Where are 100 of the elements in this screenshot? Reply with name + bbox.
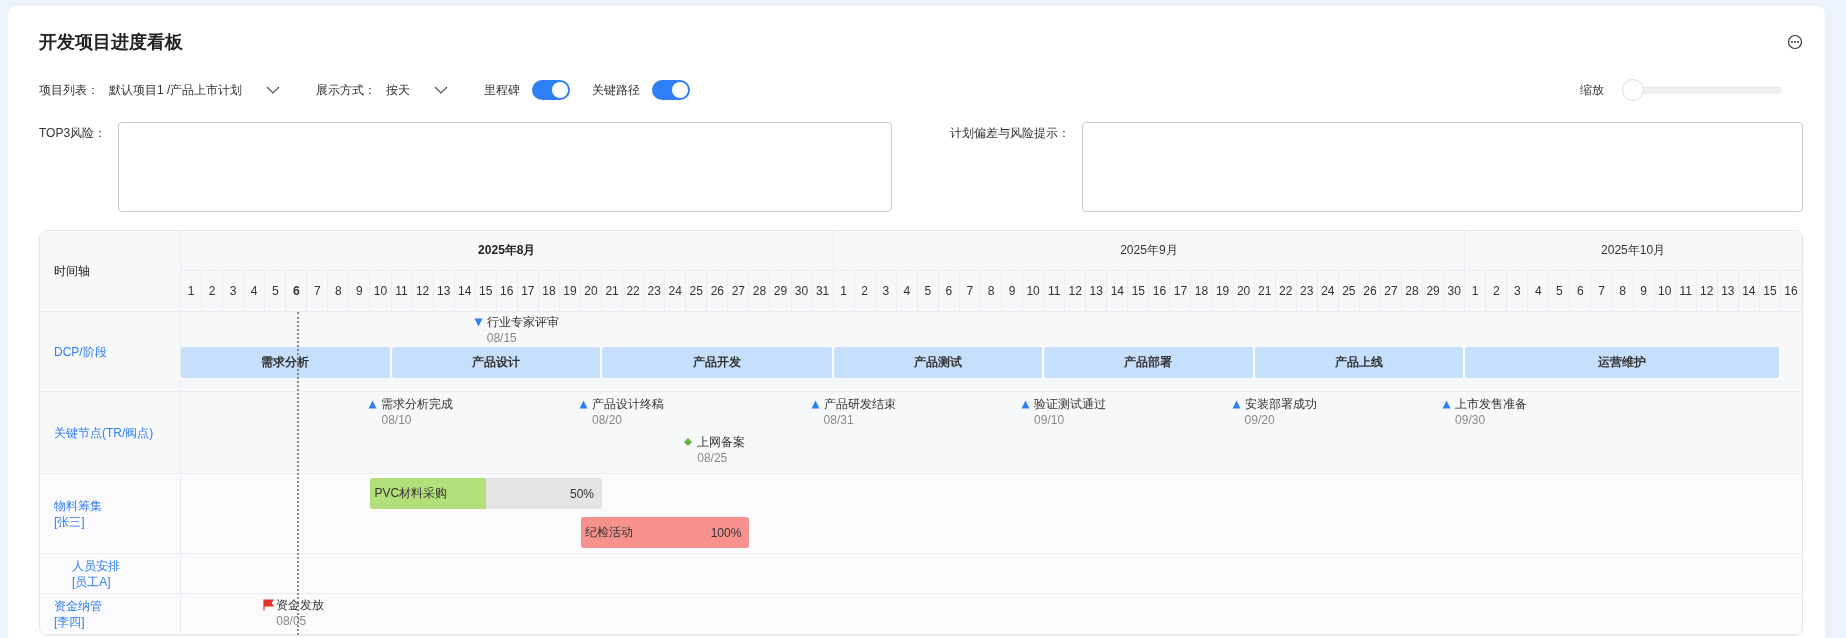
day-header: 15 [1759,271,1781,311]
row-label[interactable]: 人员安排 [72,557,180,574]
day-header: 7 [307,271,329,311]
filter-label: 项目列表： [39,81,99,99]
milestone-title: 产品研发结束 [823,396,896,412]
phase-bar[interactable]: 需求分析 [181,347,392,378]
filter-label: 展示方式： [316,81,377,99]
risk-textarea[interactable] [118,122,892,212]
day-header: 1 [181,271,203,311]
row-label[interactable]: 物料筹集 [54,497,180,514]
day-header: 5 [917,271,939,311]
day-header: 25 [1338,271,1360,311]
phase-bar[interactable]: 运营维护 [1465,347,1781,378]
milestone-title: 产品设计终稿 [592,396,664,412]
day-header: 3 [1507,271,1529,311]
day-header: 30 [791,271,813,311]
day-header: 2 [1486,271,1508,311]
toggle-switch[interactable] [652,80,691,100]
triangle-up-icon [1231,399,1241,409]
day-header: 12 [1065,271,1087,311]
triangle-down-icon [473,317,483,327]
day-header: 18 [1191,271,1213,311]
chevron-down-icon [266,85,281,95]
day-header: 15 [475,271,497,311]
day-header: 23 [644,271,666,311]
day-header: 25 [686,271,708,311]
day-header: 7 [959,271,981,311]
day-header: 27 [1380,271,1402,311]
day-header: 9 [1002,271,1024,311]
day-header: 14 [1107,271,1129,311]
phase-bar[interactable]: 产品测试 [833,347,1045,378]
slider-thumb[interactable] [1622,79,1644,101]
milestone-title: 上网备案 [697,434,746,450]
toggle-label: 里程碑 [484,81,521,99]
milestone-date: 08/20 [592,412,623,428]
task-bar[interactable]: 纪检活动 100% [581,517,750,548]
day-header: 16 [1780,271,1802,311]
day-header: 26 [707,271,729,311]
phase-bar[interactable]: 产品设计 [391,347,603,378]
month-header: 2025年10月 [1465,231,1802,271]
day-header: 26 [1359,271,1381,311]
triangle-up-icon [368,399,378,409]
day-header: 8 [328,271,350,311]
day-header: 22 [1275,271,1297,311]
row-owner[interactable]: [张三] [54,513,180,530]
task-percent: 100% [710,525,743,540]
day-header: 4 [1528,271,1550,311]
dropdown[interactable]: 按天 [386,81,449,99]
row-label[interactable]: 关键节点(TR/阀点) [54,424,180,441]
toggle-label: 关键路径 [592,81,641,99]
milestone-date: 09/30 [1455,412,1487,428]
day-header: 11 [1044,271,1066,311]
day-header: 1 [1465,271,1487,311]
milestone-date: 08/15 [486,330,518,346]
risk-textarea[interactable] [1082,122,1803,212]
day-header: 6 [938,271,960,311]
row-owner[interactable]: [李四] [54,614,180,630]
day-header: 1 [833,271,855,311]
day-header: 14 [454,271,476,311]
task-bar[interactable]: PVC材料采购 50% [370,478,602,509]
day-header: 12 [1696,271,1718,311]
day-header: 5 [1549,271,1571,311]
zoom-slider[interactable] [1622,79,1782,101]
milestone-date: 09/10 [1034,412,1066,428]
day-header: 24 [1317,271,1339,311]
milestone-title: 需求分析完成 [381,396,454,412]
phase-bar[interactable]: 产品上线 [1254,347,1466,378]
chevron-down-icon [434,85,449,95]
day-header: 17 [1170,271,1192,311]
day-header: 20 [1233,271,1255,311]
day-header: 5 [265,271,287,311]
day-header: 12 [412,271,434,311]
day-header: 31 [812,271,834,311]
day-header: 9 [349,271,371,311]
phase-bar[interactable]: 产品开发 [602,347,834,378]
day-header: 22 [623,271,645,311]
day-header: 9 [1633,271,1655,311]
day-header: 19 [1212,271,1234,311]
dropdown[interactable]: 默认项目1 /产品上市计划 [109,81,281,99]
day-header: 10 [370,271,392,311]
flag-icon [263,599,275,611]
triangle-up-icon [810,399,820,409]
day-header: 11 [391,271,413,311]
row-owner[interactable]: [员工A] [72,573,180,590]
day-header: 8 [980,271,1002,311]
day-header: 13 [433,271,455,311]
day-header: 13 [1086,271,1108,311]
triangle-up-icon [579,399,588,409]
day-header: 4 [244,271,266,311]
day-header: 11 [1675,271,1697,311]
row-label[interactable]: 资金纳管 [54,598,180,614]
toggle-switch[interactable] [532,80,571,100]
day-header: 29 [770,271,792,311]
day-header: 6 [1570,271,1592,311]
phase-bar[interactable]: 产品部署 [1044,347,1255,378]
milestone-title: 验证测试通过 [1034,396,1107,412]
day-header: 19 [559,271,581,311]
milestone-date: 08/25 [697,450,729,466]
more-options-icon[interactable] [1787,34,1803,50]
row-label[interactable]: DCP/阶段 [54,343,180,360]
